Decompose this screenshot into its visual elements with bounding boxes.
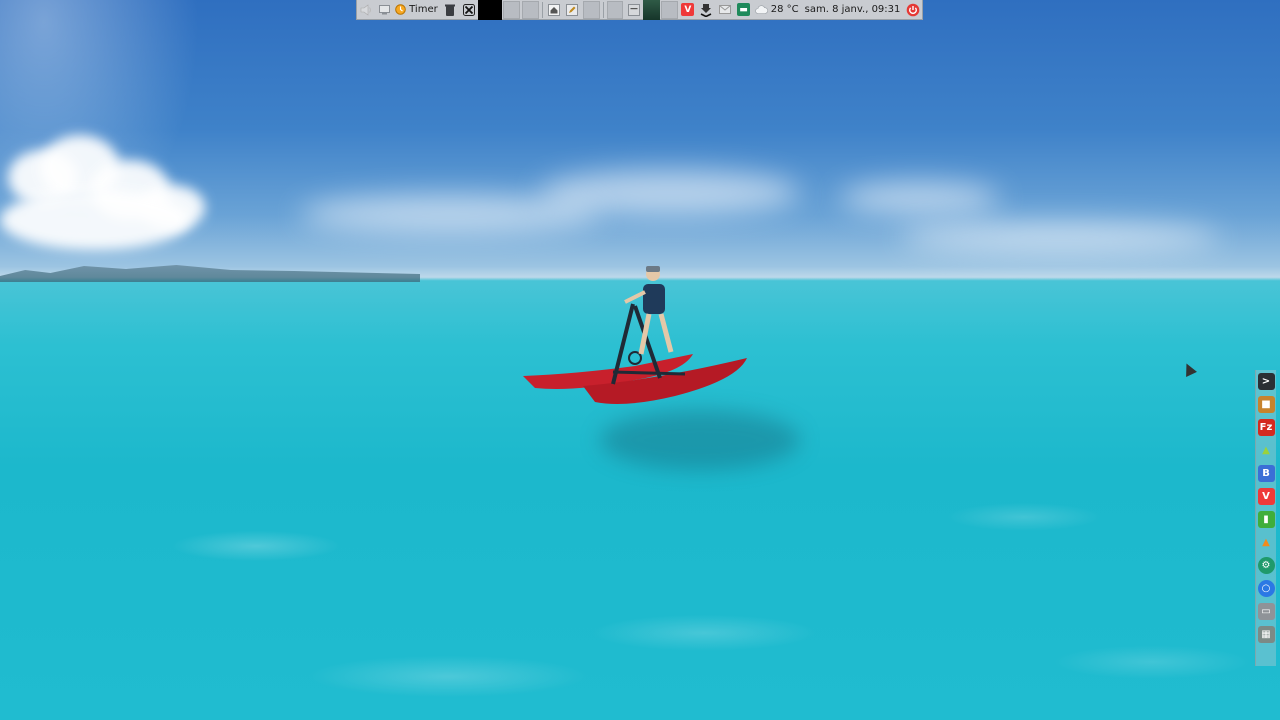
workspace-2[interactable] bbox=[521, 0, 539, 19]
power-icon bbox=[906, 3, 919, 16]
package-manager-icon[interactable]: ■ bbox=[1257, 396, 1275, 413]
cloud bbox=[840, 182, 1000, 214]
vivaldi-launcher[interactable]: V bbox=[679, 0, 698, 20]
science-flask-icon[interactable]: ▲ bbox=[1258, 442, 1275, 459]
weather-temperature: 28 °C bbox=[770, 4, 799, 15]
desktop-icon bbox=[379, 4, 391, 14]
file-manager-icon: ▬ bbox=[737, 3, 750, 16]
terminal-window-thumbnail[interactable] bbox=[477, 0, 502, 20]
weather-widget[interactable]: 28 °C bbox=[753, 0, 802, 20]
cloud bbox=[900, 222, 1220, 252]
close-icon bbox=[462, 3, 475, 16]
workspace-3[interactable] bbox=[582, 0, 600, 19]
workspace-5[interactable] bbox=[660, 0, 678, 19]
chat-bubble-icon[interactable]: ○ bbox=[1257, 580, 1275, 597]
vivaldi-icon: V bbox=[681, 3, 695, 16]
drive-icon[interactable]: ▭ bbox=[1257, 603, 1275, 620]
green-bucket-icon[interactable]: ▮ bbox=[1257, 511, 1275, 528]
water-bike-shadow bbox=[600, 410, 800, 470]
clock-widget[interactable]: sam. 8 janv., 09:31 bbox=[802, 0, 904, 20]
right-dock: > ■ Fz ▲ B V ▮ ▲ ⚙ ○ ▭ ▦ bbox=[1255, 370, 1276, 666]
download-arrow-icon bbox=[701, 3, 712, 17]
workspace-1[interactable] bbox=[502, 0, 520, 19]
distant-hills bbox=[0, 265, 420, 282]
mouse-cursor bbox=[1181, 361, 1197, 377]
volume-button[interactable] bbox=[357, 0, 376, 20]
cloud-icon bbox=[754, 5, 768, 14]
pencil-icon bbox=[566, 3, 579, 16]
show-desktop-button[interactable] bbox=[376, 0, 395, 20]
top-panel: Timer V ▬ 28 °C sam. 8 janv., 09:31 bbox=[356, 0, 923, 20]
trash-icon bbox=[445, 4, 455, 16]
editor-button[interactable] bbox=[563, 0, 582, 20]
vivaldi-icon[interactable]: V bbox=[1257, 488, 1275, 505]
filezilla-icon[interactable]: Fz bbox=[1257, 419, 1275, 436]
minimized-window-button[interactable] bbox=[624, 0, 643, 20]
trash-button[interactable] bbox=[441, 0, 460, 20]
panel-separator bbox=[602, 1, 604, 18]
power-button[interactable] bbox=[903, 0, 922, 20]
water-bike bbox=[523, 266, 747, 404]
cloud bbox=[300, 195, 600, 233]
workspace-4[interactable] bbox=[606, 0, 624, 19]
desktop-wallpaper bbox=[0, 0, 1280, 720]
file-manager-button[interactable]: ▬ bbox=[734, 0, 753, 20]
envelope-icon bbox=[718, 5, 731, 14]
timer-label: Timer bbox=[409, 4, 438, 15]
image-window-thumbnail[interactable] bbox=[642, 0, 660, 20]
email-button[interactable] bbox=[716, 0, 735, 20]
close-button[interactable] bbox=[459, 0, 478, 20]
date-time: sam. 8 janv., 09:31 bbox=[804, 4, 901, 15]
download-button[interactable] bbox=[697, 0, 716, 20]
panel-separator bbox=[541, 1, 543, 18]
vlc-icon[interactable]: ▲ bbox=[1258, 534, 1275, 551]
water-caustics bbox=[0, 430, 1280, 720]
bluetooth-settings-icon[interactable]: B bbox=[1257, 465, 1275, 482]
home-folder-icon bbox=[547, 3, 560, 16]
terminal-icon[interactable]: > bbox=[1257, 373, 1275, 390]
system-monitor-icon[interactable]: ▦ bbox=[1257, 626, 1275, 643]
timer-button[interactable]: Timer bbox=[394, 0, 441, 20]
home-folder-button[interactable] bbox=[545, 0, 564, 20]
clock-icon bbox=[395, 4, 406, 15]
window-icon bbox=[627, 3, 640, 16]
volume-icon bbox=[360, 3, 372, 16]
cloud bbox=[0, 190, 190, 250]
settings-gear-icon[interactable]: ⚙ bbox=[1257, 557, 1275, 574]
